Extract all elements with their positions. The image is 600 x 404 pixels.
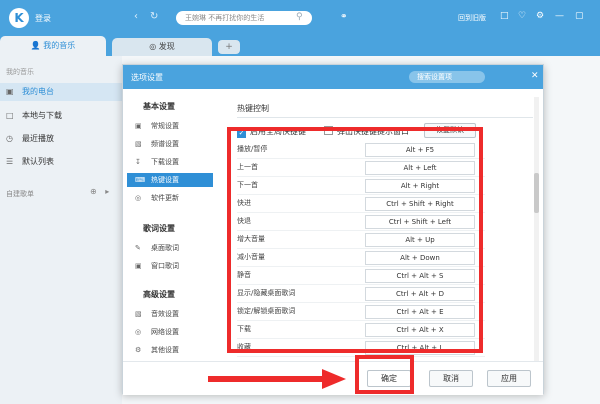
download-icon: ↧	[135, 158, 141, 166]
nav-item-window-lyrics[interactable]: ▣ 窗口歌词	[127, 259, 213, 273]
nav-item-sound-effect[interactable]: ▧ 音效设置	[127, 307, 213, 321]
update-icon: ◎	[135, 194, 142, 202]
nav-item-desktop-lyrics[interactable]: ✎ 桌面歌词	[127, 241, 213, 255]
sidebar-item-recent[interactable]: ◷ 最近播放	[0, 130, 122, 148]
sidebar-title: 我的音乐	[6, 68, 34, 76]
sidebar-item-default-list[interactable]: ☰ 默认列表	[0, 153, 122, 171]
scrollbar-thumb[interactable]	[534, 173, 539, 213]
highlight-box-ok	[355, 355, 414, 394]
nav-item-other[interactable]: ⚙ 其他设置	[127, 343, 213, 357]
nav-item-network[interactable]: ◎ 网络设置	[127, 325, 213, 339]
playlist-tools: ⊕ ▸	[90, 187, 109, 196]
tab-discover[interactable]: ◎ 发现	[112, 38, 212, 56]
nav-item-download[interactable]: ↧ 下载设置	[127, 155, 213, 169]
minimize-icon[interactable]: —	[555, 11, 564, 21]
voice-search-icon[interactable]: ⚭	[340, 12, 348, 22]
settings-nav: 基本设置 ▣ 常规设置 ▧ 频谱设置 ↧ 下载设置 ⌨ 热键设置 ◎ 软件更新 歌词设置 …	[127, 99, 213, 395]
add-playlist-icon[interactable]: ⊕	[90, 187, 97, 196]
list-icon: ☰	[6, 157, 14, 166]
tab-my-music-label: 我的音乐	[43, 41, 76, 50]
apply-button[interactable]: 应用	[487, 370, 531, 387]
nav-item-label: 频谱设置	[151, 140, 179, 148]
network-icon: ◎	[135, 328, 142, 336]
back-to-old-version-link[interactable]: 回到旧版	[458, 13, 486, 23]
cancel-button[interactable]: 取消	[429, 370, 473, 387]
nav-item-label: 热键设置	[151, 176, 179, 184]
keyboard-icon: ⌨	[135, 176, 146, 184]
nav-item-hotkey[interactable]: ⌨ 热键设置	[127, 173, 213, 187]
sidebar-item-label: 最近播放	[22, 134, 54, 143]
desktop-lyrics-icon: ✎	[135, 244, 141, 252]
nav-item-label: 软件更新	[151, 194, 179, 202]
app-logo[interactable]: K	[9, 8, 29, 28]
sidebar-item-my-radio[interactable]: ▣ 我的电台	[0, 83, 122, 101]
arrow-shaft	[208, 376, 326, 382]
sidebar-item-label: 我的电台	[22, 87, 54, 96]
left-sidebar: 我的音乐 ▣ 我的电台 □ 本地与下载 ◷ 最近播放 ☰ 默认列表 自建歌单 ⊕…	[0, 56, 122, 404]
dialog-header: 选项设置 搜索设置项 ✕	[123, 65, 543, 89]
created-playlists-title: 自建歌单	[6, 190, 34, 198]
nav-item-spectrum[interactable]: ▧ 频谱设置	[127, 137, 213, 151]
scrollbar[interactable]	[534, 97, 539, 383]
close-icon[interactable]: ✕	[531, 71, 539, 81]
equalizer-icon: ▧	[135, 310, 142, 318]
search-input[interactable]: 王婉琳 不再打扰你的生活	[176, 11, 312, 25]
radio-icon: ▣	[6, 87, 14, 96]
download-icon: □	[6, 111, 14, 120]
tab-my-music[interactable]: 👤 我的音乐	[0, 36, 106, 56]
settings-icon[interactable]: ⚙	[536, 11, 544, 21]
nav-item-label: 网络设置	[151, 328, 179, 336]
login-link[interactable]: 登录	[35, 13, 51, 24]
search-icon[interactable]: ⚲	[296, 12, 303, 22]
settings-search-input[interactable]: 搜索设置项	[409, 71, 485, 83]
nav-item-label: 下载设置	[151, 158, 179, 166]
nav-group-basic: 基本设置	[143, 102, 175, 111]
add-tab-button[interactable]: +	[218, 40, 240, 54]
nav-item-label: 常规设置	[151, 122, 179, 130]
nav-item-label: 音效设置	[151, 310, 179, 318]
other-settings-icon: ⚙	[135, 346, 142, 354]
nav-item-label: 其他设置	[151, 346, 179, 354]
nav-item-update[interactable]: ◎ 软件更新	[127, 191, 213, 205]
main-tabs: 👤 我的音乐 ◎ 发现 +	[0, 36, 600, 56]
sidebar-item-local-download[interactable]: □ 本地与下载	[0, 107, 122, 125]
clock-icon: ◷	[6, 134, 13, 143]
maximize-icon[interactable]: ▢	[575, 11, 584, 21]
window-lyrics-icon: ▣	[135, 262, 142, 270]
tab-discover-label: 发现	[158, 42, 175, 51]
sidebar-item-label: 本地与下载	[22, 111, 62, 120]
divider	[237, 117, 533, 118]
top-bar: K 登录 ‹ ↻ 王婉琳 不再打扰你的生活 ⚲ ⚭ 回到旧版 □ ♡ ⚙ — ▢	[0, 0, 600, 36]
spectrum-icon: ▧	[135, 140, 142, 148]
dialog-title: 选项设置	[131, 73, 163, 82]
nav-item-general[interactable]: ▣ 常规设置	[127, 119, 213, 133]
general-icon: ▣	[135, 122, 142, 130]
nav-item-label: 桌面歌词	[151, 244, 179, 252]
expand-icon[interactable]: ▸	[105, 187, 109, 196]
sidebar-item-label: 默认列表	[22, 157, 54, 166]
nav-group-lyrics: 歌词设置	[143, 224, 175, 233]
nav-item-label: 窗口歌词	[151, 262, 179, 270]
message-icon[interactable]: □	[500, 11, 509, 21]
skin-icon[interactable]: ♡	[518, 11, 526, 21]
arrow-right-icon	[322, 369, 346, 389]
highlight-box-hotkeys	[227, 127, 483, 353]
refresh-icon[interactable]: ↻	[150, 11, 158, 22]
back-arrow-icon[interactable]: ‹	[134, 11, 138, 22]
hotkey-section-title: 热键控制	[237, 104, 269, 113]
nav-group-advanced: 高级设置	[143, 290, 175, 299]
